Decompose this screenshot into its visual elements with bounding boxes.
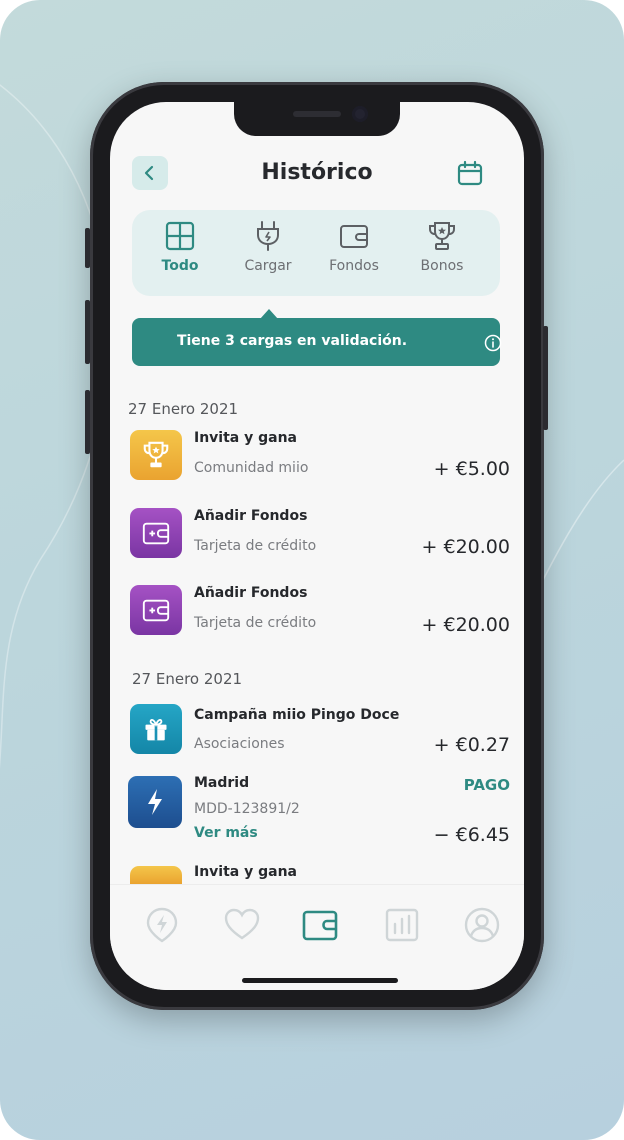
bolt-icon <box>148 789 162 815</box>
stats-icon <box>385 908 419 942</box>
transaction-amount: + €20.00 <box>421 536 510 558</box>
transaction-title: Campaña miio Pingo Doce <box>194 707 400 723</box>
transaction-amount: + €0.27 <box>433 734 510 756</box>
date-header: 27 Enero 2021 <box>132 670 243 688</box>
mute-switch <box>85 228 90 268</box>
notch <box>234 102 400 136</box>
validation-banner[interactable]: Tiene 3 cargas en validación. <box>132 318 502 366</box>
tab-label: Cargar <box>244 258 292 274</box>
transaction-icon <box>128 776 182 828</box>
wallet-add-icon <box>142 522 170 545</box>
see-more-link[interactable]: Ver más <box>194 825 258 841</box>
info-icon[interactable] <box>484 334 502 352</box>
date-header: 27 Enero 2021 <box>128 400 239 418</box>
plug-icon <box>257 221 279 251</box>
profile-icon <box>464 907 500 943</box>
status-badge: PAGO <box>463 776 510 794</box>
nav-wallet[interactable] <box>300 905 340 945</box>
tab-label: Todo <box>161 258 199 274</box>
tab-todo[interactable]: Todo <box>138 220 222 274</box>
transaction-icon <box>130 508 182 558</box>
gift-icon <box>145 719 167 741</box>
transaction-icon <box>130 704 182 754</box>
transaction-title: Añadir Fondos <box>194 585 308 601</box>
trophy-icon <box>143 441 169 468</box>
wallet-add-icon <box>142 599 170 622</box>
tab-bonos[interactable]: Bonos <box>400 220 484 274</box>
transaction-title: Invita y gana <box>194 430 297 446</box>
calendar-button[interactable] <box>456 160 484 188</box>
transaction-subtitle: Tarjeta de crédito <box>194 538 317 554</box>
transaction-title: Invita y gana <box>194 864 297 880</box>
wallet-icon <box>340 225 368 248</box>
home-indicator[interactable] <box>242 978 398 983</box>
transaction-amount: + €20.00 <box>421 614 510 636</box>
transaction-subtitle: Comunidad miio <box>194 460 309 476</box>
wallet-icon <box>302 910 338 941</box>
volume-up-button <box>85 300 90 364</box>
nav-stats[interactable] <box>382 905 422 945</box>
tab-label: Bonos <box>420 258 464 274</box>
transaction-icon <box>130 585 182 635</box>
transaction-icon <box>130 430 182 480</box>
transaction-subtitle: Tarjeta de crédito <box>194 615 317 631</box>
bottom-nav <box>110 884 524 990</box>
grid-icon <box>165 221 195 251</box>
transaction-amount: + €5.00 <box>433 458 510 480</box>
transaction-subtitle: MDD-123891/2 <box>194 801 300 817</box>
power-button <box>543 326 548 430</box>
charge-location-icon <box>146 907 178 943</box>
app-screen: Histórico Todo Cargar Fondos Bonos Tiene… <box>110 102 524 990</box>
banner-text: Tiene 3 cargas en validación. <box>176 333 408 349</box>
camera <box>352 106 368 122</box>
transaction-title: Añadir Fondos <box>194 508 308 524</box>
volume-down-button <box>85 390 90 454</box>
filter-tabs: Todo Cargar Fondos Bonos <box>132 210 500 296</box>
heart-icon <box>224 908 260 940</box>
tab-fondos[interactable]: Fondos <box>312 220 396 274</box>
tab-cargar[interactable]: Cargar <box>226 220 310 274</box>
nav-favorites[interactable] <box>222 905 262 945</box>
header: Histórico <box>110 154 524 194</box>
transaction-title: Madrid <box>194 775 250 791</box>
speaker <box>293 111 341 117</box>
transaction-icon <box>130 866 182 884</box>
nav-profile[interactable] <box>462 905 502 945</box>
calendar-icon <box>457 160 483 186</box>
nav-charge[interactable] <box>142 905 182 945</box>
tab-label: Fondos <box>329 258 379 274</box>
trophy-icon <box>429 222 455 250</box>
transaction-amount: − €6.45 <box>433 824 510 846</box>
transaction-subtitle: Asociaciones <box>194 736 285 752</box>
